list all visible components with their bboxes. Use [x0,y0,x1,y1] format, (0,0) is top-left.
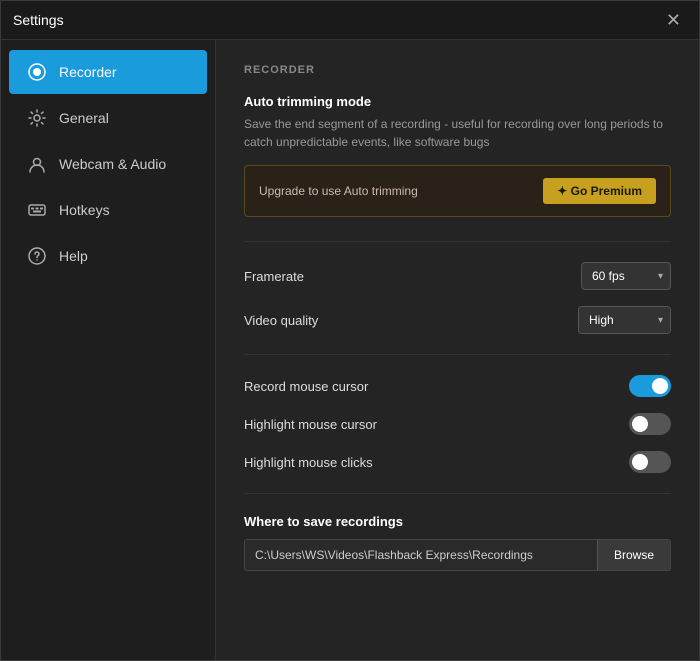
sidebar-item-general-label: General [59,110,109,126]
record-cursor-row: Record mouse cursor [244,375,671,397]
sidebar-item-webcam-label: Webcam & Audio [59,156,166,172]
sidebar-item-help-label: Help [59,248,88,264]
browse-button[interactable]: Browse [597,539,671,571]
save-path-input-row: Browse [244,539,671,571]
section-title: RECORDER [244,64,671,76]
highlight-clicks-slider [629,451,671,473]
record-cursor-slider [629,375,671,397]
sidebar-item-hotkeys[interactable]: Hotkeys [9,188,207,232]
record-cursor-label: Record mouse cursor [244,379,368,394]
save-path-group: Where to save recordings Browse [244,514,671,571]
highlight-cursor-toggle[interactable] [629,413,671,435]
auto-trimming-label: Auto trimming mode [244,94,671,109]
go-premium-button[interactable]: ✦ Go Premium [543,178,656,204]
divider-1 [244,241,671,242]
auto-trimming-group: Auto trimming mode Save the end segment … [244,94,671,217]
main-layout: Recorder General [1,40,699,660]
sidebar-item-general[interactable]: General [9,96,207,140]
close-button[interactable]: ✕ [660,9,687,31]
recorder-icon [27,62,47,82]
highlight-clicks-row: Highlight mouse clicks [244,451,671,473]
help-icon [27,246,47,266]
sidebar-item-recorder[interactable]: Recorder [9,50,207,94]
framerate-row: Framerate 30 fps 60 fps 120 fps ▾ [244,262,671,290]
video-quality-label: Video quality [244,313,318,328]
settings-window: Settings ✕ Recorder [0,0,700,661]
sidebar-item-help[interactable]: Help [9,234,207,278]
webcam-icon [27,154,47,174]
upgrade-text: Upgrade to use Auto trimming [259,184,418,198]
sidebar-item-webcam-audio[interactable]: Webcam & Audio [9,142,207,186]
upgrade-banner: Upgrade to use Auto trimming ✦ Go Premiu… [244,165,671,217]
video-quality-row: Video quality Low Medium High Very High … [244,306,671,334]
divider-2 [244,354,671,355]
divider-3 [244,493,671,494]
titlebar: Settings ✕ [1,1,699,40]
framerate-label: Framerate [244,269,304,284]
framerate-select-wrapper: 30 fps 60 fps 120 fps ▾ [581,262,671,290]
highlight-cursor-slider [629,413,671,435]
highlight-clicks-label: Highlight mouse clicks [244,455,373,470]
highlight-cursor-label: Highlight mouse cursor [244,417,377,432]
highlight-clicks-toggle[interactable] [629,451,671,473]
window-title: Settings [13,12,64,28]
save-path-label: Where to save recordings [244,514,671,529]
sidebar: Recorder General [1,40,216,660]
highlight-cursor-row: Highlight mouse cursor [244,413,671,435]
general-icon [27,108,47,128]
hotkeys-icon [27,200,47,220]
framerate-select[interactable]: 30 fps 60 fps 120 fps [581,262,671,290]
sidebar-item-recorder-label: Recorder [59,64,117,80]
video-quality-select[interactable]: Low Medium High Very High [578,306,671,334]
auto-trimming-description: Save the end segment of a recording - us… [244,115,671,151]
record-cursor-toggle[interactable] [629,375,671,397]
sidebar-item-hotkeys-label: Hotkeys [59,202,110,218]
content-panel: RECORDER Auto trimming mode Save the end… [216,40,699,660]
video-quality-select-wrapper: Low Medium High Very High ▾ [578,306,671,334]
save-path-input[interactable] [244,539,597,571]
